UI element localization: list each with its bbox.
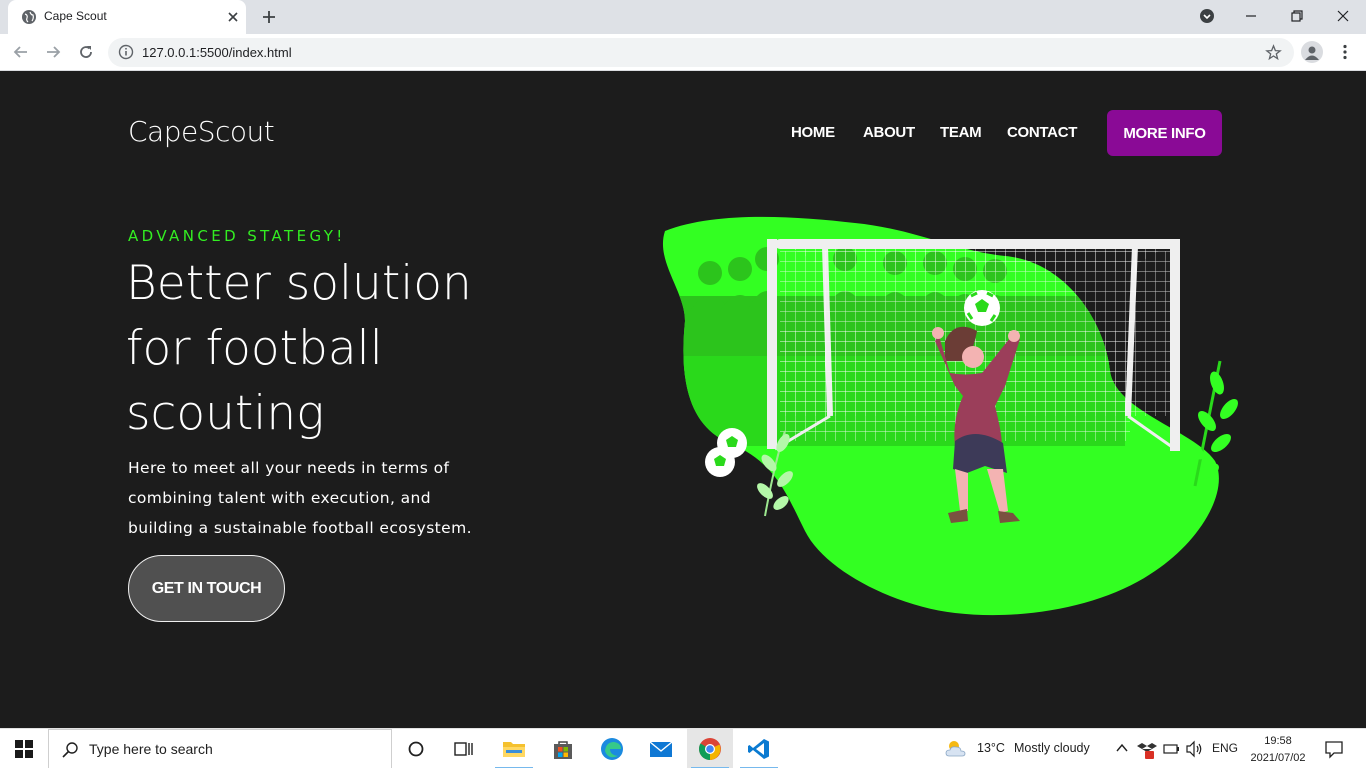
forward-arrow-icon[interactable] [44,43,62,61]
windows-start-icon[interactable] [15,740,33,758]
goalkeeper-illustration [662,216,1238,616]
language-indicator[interactable]: ENG [1212,741,1238,755]
chrome-button[interactable] [687,729,733,768]
file-explorer-button[interactable] [491,729,537,768]
cortana-button[interactable] [393,729,439,768]
browser-toolbar: 127.0.0.1:5500/index.html [0,34,1366,71]
vscode-icon [748,739,769,759]
profile-avatar[interactable] [1301,41,1323,63]
minimize-icon[interactable] [1243,8,1259,24]
description-line: building a sustainable football ecosyste… [128,519,472,537]
clock-time: 19:58 [1264,735,1292,747]
folder-icon [503,742,525,757]
browser-tab[interactable]: Cape Scout [8,0,246,34]
person-icon [1305,46,1319,60]
edge-icon [601,738,623,760]
weather-cloud-icon[interactable] [944,739,968,759]
microsoft-store-button[interactable] [540,729,586,768]
notification-icon[interactable] [1324,739,1344,759]
chevron-up-icon[interactable] [1115,742,1129,754]
taskbar-search[interactable]: Type here to search [48,729,392,768]
task-view-button[interactable] [441,729,487,768]
web-page: CapeScout HOME ABOUT TEAM CONTACT MORE I… [0,71,1366,728]
headline-line: scouting [126,386,325,441]
nav-home[interactable]: HOME [791,124,835,141]
hero-headline: Better solution for football scouting [126,251,586,446]
chrome-icon [699,738,721,760]
speaker-volume-icon[interactable] [1185,740,1205,758]
window-close-icon[interactable] [1335,8,1351,24]
nav-team[interactable]: TEAM [940,124,982,141]
new-tab-icon[interactable] [260,8,278,26]
nav-contact[interactable]: CONTACT [1007,124,1077,141]
soccer-ball-icon [705,428,747,477]
cortana-circle-icon [408,741,424,757]
system-clock[interactable]: 19:58 2021/07/02 [1244,733,1312,767]
browser-tab-strip: Cape Scout [0,0,1366,34]
search-icon [62,742,78,758]
back-arrow-icon[interactable] [12,43,30,61]
hero-description: Here to meet all your needs in terms of … [128,453,528,543]
search-placeholder: Type here to search [89,741,213,757]
store-bag-icon [554,741,572,759]
restore-icon[interactable] [1289,8,1305,24]
mail-button[interactable] [638,729,684,768]
close-icon[interactable] [226,10,240,24]
description-line: combining talent with execution, and [128,489,431,507]
nav-about[interactable]: ABOUT [863,124,915,141]
address-bar[interactable]: 127.0.0.1:5500/index.html [108,38,1294,67]
tab-search-icon[interactable] [1199,8,1215,24]
battery-icon[interactable] [1163,741,1181,757]
tab-title: Cape Scout [44,9,107,23]
reload-icon[interactable] [77,43,95,61]
info-icon[interactable] [118,44,134,60]
soccer-ball-icon [964,290,1000,326]
weather-condition[interactable]: Mostly cloudy [1014,741,1090,755]
site-logo[interactable]: CapeScout [128,115,275,148]
windows-taskbar: Type here to search 13°C Mostly cloudy E… [0,728,1366,768]
headline-line: for football [126,321,383,376]
url-text: 127.0.0.1:5500/index.html [142,45,292,60]
weather-temperature[interactable]: 13°C [977,741,1005,755]
clock-date: 2021/07/02 [1250,752,1306,764]
dropbox-sync-icon[interactable] [1137,739,1157,759]
bookmark-star-icon[interactable] [1265,44,1282,61]
task-view-icon [454,742,473,756]
hero-eyebrow: ADVANCED STATEGY! [128,227,346,245]
globe-icon [22,10,36,24]
vscode-button[interactable] [736,729,782,768]
more-info-button[interactable]: MORE INFO [1107,110,1222,156]
get-in-touch-button[interactable]: GET IN TOUCH [128,555,285,622]
headline-line: Better solution [126,256,472,311]
edge-button[interactable] [589,729,635,768]
description-line: Here to meet all your needs in terms of [128,459,450,477]
kebab-menu-icon[interactable] [1336,43,1354,61]
mail-icon [649,741,673,757]
